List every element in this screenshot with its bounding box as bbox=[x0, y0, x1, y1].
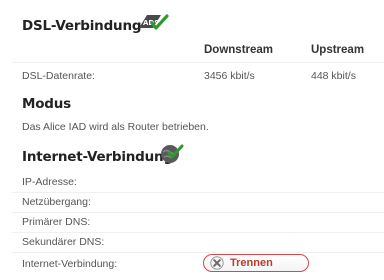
gateway-label: Netzübergang: bbox=[22, 196, 91, 208]
disconnect-button[interactable]: Trennen bbox=[203, 254, 309, 272]
mode-section-title: Modus bbox=[22, 96, 72, 112]
dsl-rate-upstream: 448 kbit/s bbox=[311, 70, 356, 82]
adsl-check-icon: ADSL bbox=[139, 14, 169, 30]
downstream-header: Downstream bbox=[204, 44, 274, 56]
ip-address-label: IP-Adresse: bbox=[22, 176, 77, 188]
internet-section-title: Internet-Verbindung bbox=[22, 149, 173, 165]
secondary-dns-label: Sekundärer DNS: bbox=[22, 236, 105, 248]
primary-dns-label: Primärer DNS: bbox=[22, 216, 91, 228]
close-icon bbox=[210, 256, 224, 270]
dsl-rate-downstream: 3456 kbit/s bbox=[204, 70, 255, 82]
globe-check-icon bbox=[161, 144, 184, 163]
dsl-rate-label: DSL-Datenrate: bbox=[22, 70, 95, 82]
upstream-header: Upstream bbox=[311, 44, 365, 56]
disconnect-button-label: Trennen bbox=[230, 257, 273, 269]
mode-description: Das Alice IAD wird als Router betrieben. bbox=[22, 121, 209, 133]
internet-connection-label: Internet-Verbindung: bbox=[22, 258, 118, 270]
dsl-section-title: DSL-Verbindung bbox=[22, 18, 142, 34]
